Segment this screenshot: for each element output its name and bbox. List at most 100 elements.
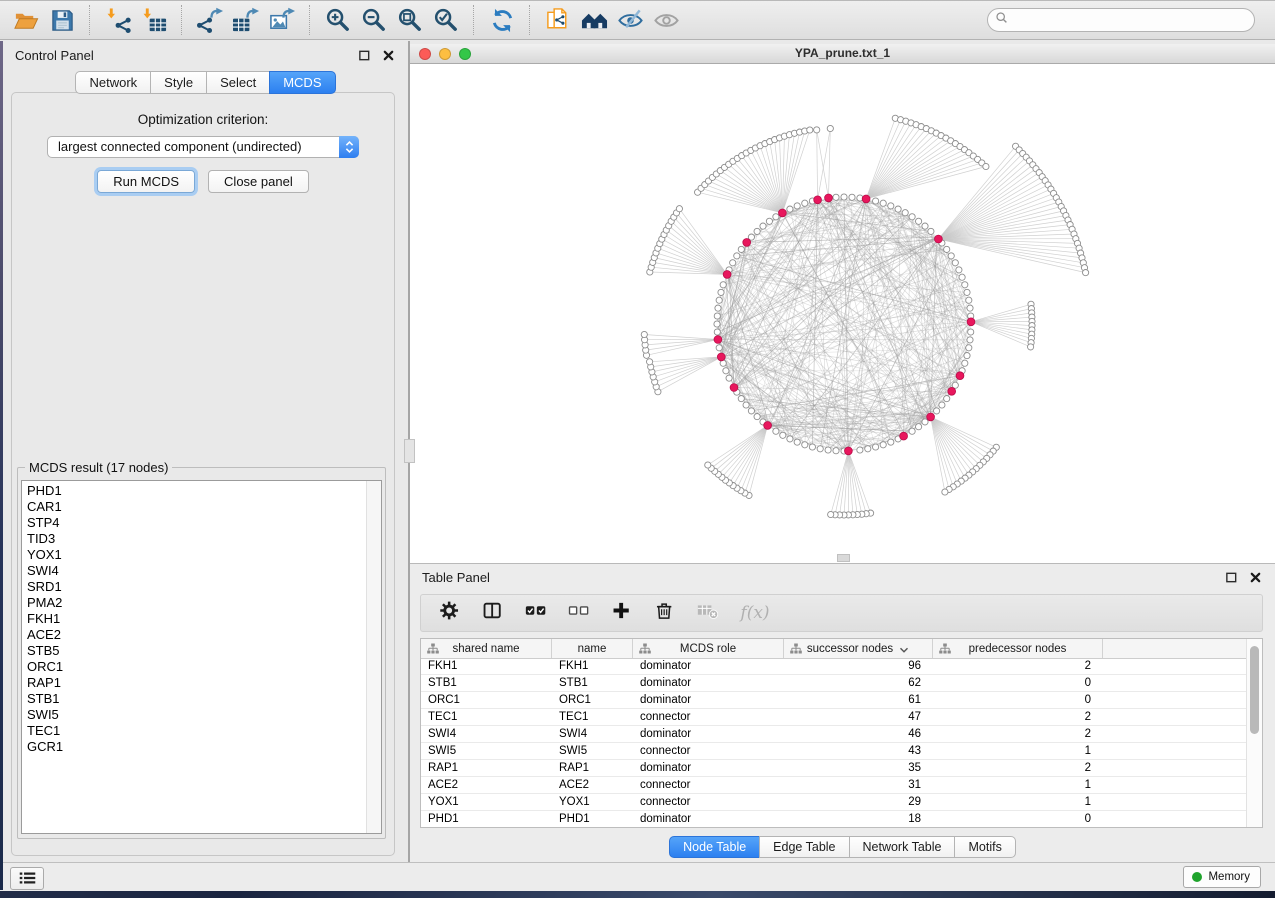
network-node[interactable] — [922, 419, 928, 425]
table-row[interactable]: SWI5SWI5connector431 — [421, 743, 1262, 760]
close-panel-button[interactable] — [380, 47, 396, 63]
tab-network-table[interactable]: Network Table — [849, 836, 956, 858]
horizontal-splitter-handle[interactable] — [837, 554, 850, 562]
cell-mcds-role[interactable]: connector — [633, 777, 784, 793]
network-node[interactable] — [734, 253, 740, 259]
home-button[interactable] — [576, 4, 612, 36]
cell-shared-name[interactable]: ORC1 — [421, 692, 552, 708]
mcds-result-item[interactable]: FKH1 — [22, 611, 366, 627]
cell-successor-nodes[interactable]: 18 — [784, 811, 933, 827]
zoom-out-button[interactable] — [356, 4, 392, 36]
network-node[interactable] — [865, 446, 871, 452]
network-node[interactable] — [934, 408, 940, 414]
export-image-button[interactable] — [264, 4, 300, 36]
network-node[interactable] — [1028, 344, 1034, 350]
column-header-shared-name[interactable]: shared name — [421, 639, 552, 658]
network-node[interactable] — [730, 260, 736, 266]
network-node[interactable] — [968, 329, 974, 335]
tab-network[interactable]: Network — [75, 71, 151, 94]
network-node[interactable] — [807, 127, 813, 133]
import-table-button[interactable] — [136, 4, 172, 36]
network-node[interactable] — [787, 206, 793, 212]
network-node[interactable] — [833, 448, 839, 454]
network-node[interactable] — [817, 446, 823, 452]
cell-predecessor-nodes[interactable]: 1 — [933, 777, 1103, 793]
network-node[interactable] — [922, 223, 928, 229]
network-node[interactable] — [726, 375, 732, 381]
network-node[interactable] — [714, 321, 720, 327]
cell-shared-name[interactable]: ACE2 — [421, 777, 552, 793]
table-row[interactable]: TEC1TEC1connector472 — [421, 709, 1262, 726]
network-node[interactable] — [966, 345, 972, 351]
cell-mcds-role[interactable]: dominator — [633, 692, 784, 708]
export-table-button[interactable] — [228, 4, 264, 36]
list-scrollbar-track[interactable] — [366, 481, 381, 833]
cell-predecessor-nodes[interactable]: 1 — [933, 743, 1103, 759]
select-all-checks-button[interactable] — [523, 601, 549, 625]
network-node[interactable] — [647, 359, 653, 365]
network-node[interactable] — [928, 228, 934, 234]
cell-predecessor-nodes[interactable]: 0 — [933, 692, 1103, 708]
cell-successor-nodes[interactable]: 31 — [784, 777, 933, 793]
cell-successor-nodes[interactable]: 61 — [784, 692, 933, 708]
table-scrollbar-thumb[interactable] — [1250, 646, 1259, 734]
network-node[interactable] — [705, 462, 711, 468]
network-node[interactable] — [794, 439, 800, 445]
cell-name[interactable]: RAP1 — [552, 760, 633, 776]
cell-mcds-role[interactable]: dominator — [633, 675, 784, 691]
mcds-node[interactable] — [825, 194, 833, 202]
network-node[interactable] — [880, 200, 886, 206]
cell-shared-name[interactable]: PHD1 — [421, 811, 552, 827]
network-node[interactable] — [952, 260, 958, 266]
cell-mcds-role[interactable]: dominator — [633, 760, 784, 776]
network-node[interactable] — [909, 214, 915, 220]
cell-name[interactable]: TEC1 — [552, 709, 633, 725]
cell-name[interactable]: FKH1 — [552, 658, 633, 674]
mcds-node[interactable] — [764, 422, 772, 430]
cell-name[interactable]: STB1 — [552, 675, 633, 691]
mcds-node[interactable] — [862, 195, 870, 203]
mcds-node[interactable] — [948, 387, 956, 395]
hide-annotations-button[interactable] — [612, 4, 648, 36]
open-session-button[interactable] — [8, 4, 44, 36]
table-row[interactable]: ACE2ACE2connector311 — [421, 777, 1262, 794]
column-header-mcds-role[interactable]: MCDS role — [633, 639, 784, 658]
zoom-fit-button[interactable] — [392, 4, 428, 36]
table-row[interactable]: FKH1FKH1dominator962 — [421, 658, 1262, 675]
export-network-button[interactable] — [192, 4, 228, 36]
mcds-result-item[interactable]: ORC1 — [22, 659, 366, 675]
mcds-node[interactable] — [779, 209, 787, 217]
cell-shared-name[interactable]: RAP1 — [421, 760, 552, 776]
tab-mcds[interactable]: MCDS — [269, 71, 335, 94]
vertical-splitter-handle[interactable] — [404, 439, 415, 463]
network-node[interactable] — [964, 353, 970, 359]
cell-successor-nodes[interactable]: 47 — [784, 709, 933, 725]
mcds-result-item[interactable]: PMA2 — [22, 595, 366, 611]
network-node[interactable] — [959, 274, 965, 280]
mcds-result-item[interactable]: ACE2 — [22, 627, 366, 643]
cell-predecessor-nodes[interactable]: 2 — [933, 760, 1103, 776]
cell-predecessor-nodes[interactable]: 0 — [933, 811, 1103, 827]
cell-mcds-role[interactable]: connector — [633, 794, 784, 810]
mcds-result-item[interactable]: CAR1 — [22, 499, 366, 515]
cell-mcds-role[interactable]: connector — [633, 743, 784, 759]
cell-predecessor-nodes[interactable]: 1 — [933, 794, 1103, 810]
cell-predecessor-nodes[interactable]: 2 — [933, 658, 1103, 674]
network-node[interactable] — [880, 442, 886, 448]
network-node[interactable] — [942, 489, 948, 495]
network-node[interactable] — [641, 331, 647, 337]
network-node[interactable] — [956, 267, 962, 273]
mcds-node[interactable] — [714, 336, 722, 344]
tab-style[interactable]: Style — [150, 71, 207, 94]
window-maximize-button[interactable] — [459, 48, 471, 60]
network-node[interactable] — [841, 194, 847, 200]
table-row[interactable]: RAP1RAP1dominator352 — [421, 760, 1262, 777]
close-panel-button-mcds[interactable]: Close panel — [208, 170, 309, 193]
network-node[interactable] — [916, 424, 922, 430]
cell-successor-nodes[interactable]: 35 — [784, 760, 933, 776]
network-node[interactable] — [794, 203, 800, 209]
network-node[interactable] — [966, 297, 972, 303]
mcds-node[interactable] — [927, 413, 935, 421]
mcds-result-item[interactable]: STB5 — [22, 643, 366, 659]
cell-successor-nodes[interactable]: 29 — [784, 794, 933, 810]
